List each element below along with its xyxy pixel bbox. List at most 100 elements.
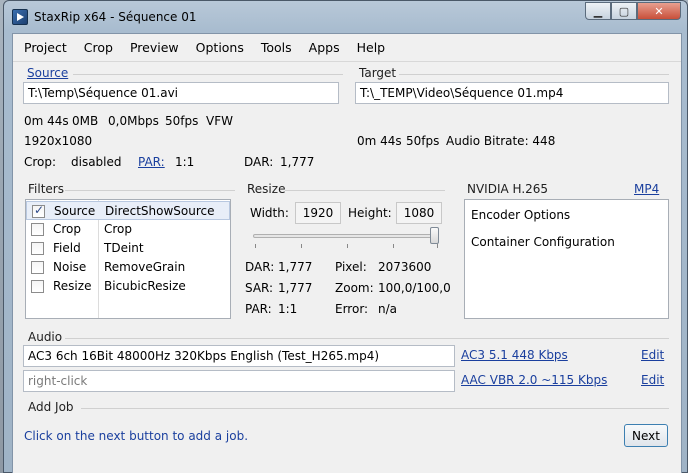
slider-tick [301,244,302,248]
filter-checkbox[interactable] [31,223,44,236]
resize-pixel-label: Pixel: [335,260,367,274]
resize-height-field[interactable]: 1080 [396,202,442,224]
container-configuration-item[interactable]: Container Configuration [471,235,615,249]
audio-track1-field[interactable]: AC3 6ch 16Bit 48000Hz 320Kbps English (T… [23,345,455,367]
menu-options[interactable]: Options [189,37,251,58]
audio-track1-edit-link[interactable]: Edit [641,348,664,362]
filter-row[interactable]: Noise RemoveGrain [26,258,230,277]
menu-project[interactable]: Project [17,37,74,58]
source-format: VFW [206,114,233,128]
resize-par-value: 1:1 [278,302,298,316]
target-fps: 50fps [406,134,440,148]
target-separator [399,74,669,75]
filter-checkbox[interactable] [31,261,44,274]
source-duration: 0m 44s [24,114,69,128]
staxrip-window: StaxRip x64 - Séquence 01 ▁ ▢ ✕ Project … [3,0,688,473]
slider-tick [437,244,438,248]
filter-name: Source [54,204,96,218]
menu-apps[interactable]: Apps [302,37,347,58]
resize-slider-thumb[interactable] [430,227,439,244]
add-job-label: Add Job [28,400,74,414]
source-path-field[interactable]: T:\Temp\Séquence 01.avi [23,82,339,104]
filter-checkbox[interactable] [32,203,45,218]
resize-error-value: n/a [378,302,398,316]
close-button[interactable]: ✕ [637,2,681,20]
resize-zoom-value: 100,0/100,0 [378,281,451,295]
menu-crop[interactable]: Crop [77,37,120,58]
resize-par-label: PAR: [245,302,272,316]
main-panel: Project Crop Preview Options Tools Apps … [12,33,682,473]
menu-preview[interactable]: Preview [123,37,186,58]
filters-label: Filters [28,182,64,196]
filter-checkbox[interactable] [31,242,44,255]
resize-height-label: Height: [348,206,392,220]
target-path-field[interactable]: T:\_TEMP\Video\Séquence 01.mp4 [355,82,669,104]
resize-zoom-label: Zoom: [335,281,374,295]
source-dar-value: 1,777 [280,155,315,169]
minimize-button[interactable]: ▁ [585,2,611,20]
filter-value: Crop [104,222,133,236]
source-separator [73,74,343,75]
resize-label: Resize [247,182,286,196]
resize-pixel-value: 2073600 [378,260,432,274]
add-job-separator [81,408,669,409]
title-bar[interactable]: StaxRip x64 - Séquence 01 ▁ ▢ ✕ [4,1,687,33]
close-icon: ✕ [654,4,664,18]
slider-tick [255,244,256,248]
target-audio-bitrate: Audio Bitrate: 448 [446,134,556,148]
resize-width-field[interactable]: 1920 [295,202,341,224]
filters-list[interactable]: Source DirectShowSource Crop Crop Field … [25,199,231,319]
maximize-icon: ▢ [618,4,630,18]
source-crop-value: disabled [71,155,122,169]
audio-track2-field[interactable]: right-click [23,370,455,392]
container-mp4-link[interactable]: MP4 [634,182,659,196]
source-resolution: 1920x1080 [24,134,93,148]
resize-width-label: Width: [250,206,289,220]
resize-slider-track[interactable] [253,234,439,238]
filter-name: Field [53,241,81,255]
slider-tick [347,244,348,248]
source-bitrate: 0,0Mbps [108,114,159,128]
filter-checkbox[interactable] [31,280,44,293]
window-title: StaxRip x64 - Séquence 01 [34,10,197,24]
audio-track1-profile-link[interactable]: AC3 5.1 448 Kbps [461,348,568,362]
resize-sar-label: SAR: [245,281,274,295]
source-size: 0MB [72,114,99,128]
resize-dar-label: DAR: [245,260,275,274]
source-par-value: 1:1 [175,155,195,169]
target-duration: 0m 44s [357,134,402,148]
menu-help[interactable]: Help [350,37,393,58]
filter-row[interactable]: Resize BicubicResize [26,277,230,296]
caption-buttons: ▁ ▢ ✕ [585,2,681,20]
filter-name: Crop [53,222,82,236]
filter-row[interactable]: Source DirectShowSource [26,201,230,220]
source-par-link[interactable]: PAR: [138,155,165,169]
next-button[interactable]: Next [624,424,668,447]
menu-bar: Project Crop Preview Options Tools Apps … [13,34,681,62]
source-crop-label: Crop: [24,155,57,169]
resize-error-label: Error: [335,302,369,316]
filter-value: RemoveGrain [104,260,186,274]
resize-sar-value: 1,777 [278,281,313,295]
source-dar-label: DAR: [244,155,274,169]
filter-name: Resize [53,279,92,293]
filter-row[interactable]: Field TDeint [26,239,230,258]
filters-separator [65,190,235,191]
minimize-icon: ▁ [593,4,603,18]
audio-separator [65,338,669,339]
audio-label: Audio [28,330,63,344]
encoder-options-item[interactable]: Encoder Options [471,208,570,222]
encoder-label[interactable]: NVIDIA H.265 [467,182,548,196]
filter-name: Noise [53,260,87,274]
maximize-button[interactable]: ▢ [611,2,637,20]
staxrip-app-icon[interactable] [12,9,28,25]
source-label[interactable]: Source [27,66,68,80]
encoder-options-panel: Encoder Options Container Configuration [464,199,669,319]
filter-row[interactable]: Crop Crop [26,220,230,239]
audio-track2-edit-link[interactable]: Edit [641,373,664,387]
filter-value: BicubicResize [104,279,186,293]
resize-separator [285,190,445,191]
resize-dar-value: 1,777 [278,260,313,274]
menu-tools[interactable]: Tools [254,37,299,58]
audio-track2-profile-link[interactable]: AAC VBR 2.0 ~115 Kbps [461,373,607,387]
